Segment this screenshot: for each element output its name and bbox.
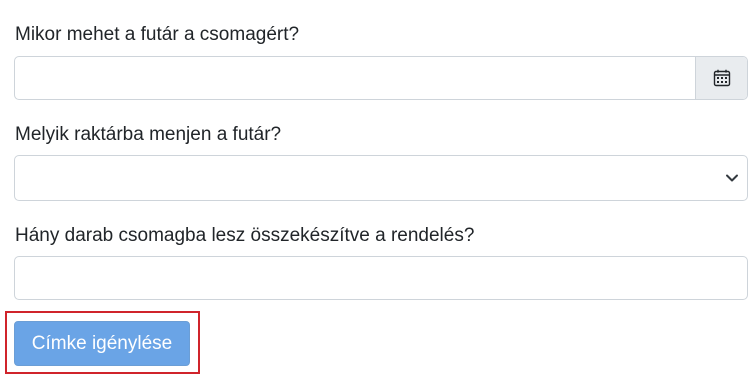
package-count-input[interactable] [15, 257, 747, 299]
calendar-button[interactable] [695, 57, 747, 99]
warehouse-label: Melyik raktárba menjen a futár? [15, 124, 282, 145]
calendar-icon [713, 69, 730, 87]
chevron-down-icon [726, 174, 738, 182]
package-count-field [14, 256, 748, 300]
pickup-time-field [14, 56, 748, 100]
request-label-button[interactable]: Címke igénylése [14, 321, 190, 366]
pickup-time-input[interactable] [15, 57, 695, 99]
pickup-time-label: Mikor mehet a futár a csomagért? [15, 24, 300, 45]
package-count-label: Hány darab csomagba lesz összekészítve a… [15, 225, 475, 246]
warehouse-select[interactable] [14, 155, 748, 201]
label-request-form: Mikor mehet a futár a csomagért? Melyik … [0, 0, 753, 382]
